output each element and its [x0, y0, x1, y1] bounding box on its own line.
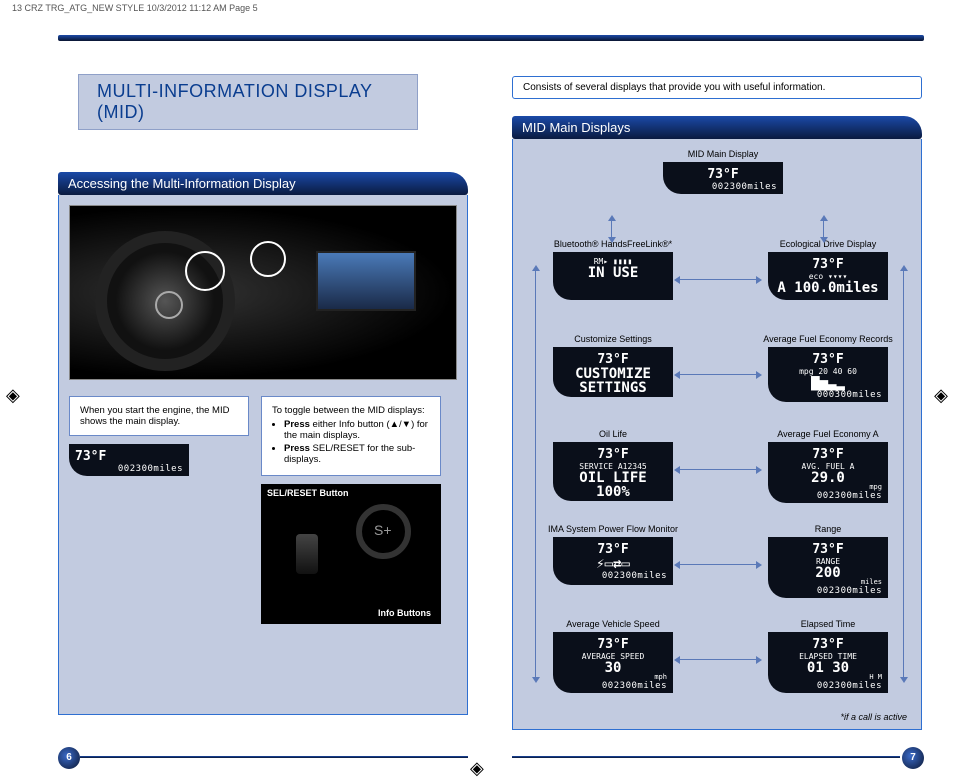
- arrow-icon: [678, 564, 758, 565]
- display-chip: 73°Fmpg 20 40 60▇▅▃▂000300miles: [768, 347, 888, 402]
- chip-odometer: 002300miles: [774, 681, 882, 691]
- chip-big: IN USE: [559, 266, 667, 280]
- callout-circle-icon: [185, 251, 225, 291]
- footnote: *if a call is active: [840, 712, 907, 722]
- arrow-icon: [611, 219, 612, 239]
- chip-temp: 73°F: [559, 542, 667, 557]
- print-header: 13 CRZ TRG_ATG_NEW STYLE 10/3/2012 11:12…: [12, 3, 258, 13]
- flow-item: Bluetooth® HandsFreeLink®* RM▸ ▮▮▮▮IN US…: [543, 239, 683, 300]
- page-title: MULTI-INFORMATION DISPLAY (MID): [78, 74, 418, 130]
- display-chip: 73°FRANGE200miles002300miles: [768, 537, 888, 598]
- flow-caption: Customize Settings: [543, 334, 683, 344]
- toggle-intro: To toggle between the MID displays:: [272, 405, 425, 416]
- toggle-note: To toggle between the MID displays: Pres…: [261, 396, 441, 476]
- arrow-icon: [823, 219, 824, 239]
- top-description: Consists of several displays that provid…: [512, 76, 922, 99]
- display-chip: RM▸ ▮▮▮▮IN USE: [553, 252, 673, 300]
- flow-item: Range 73°FRANGE200miles002300miles: [758, 524, 898, 598]
- button-photo: SEL/RESET Button Info Buttons: [261, 484, 441, 624]
- chip-odometer: 002300miles: [559, 571, 667, 581]
- dashboard-photo: [69, 205, 457, 380]
- start-engine-text: When you start the engine, the MID shows…: [80, 405, 229, 427]
- bold-word: Press: [284, 443, 310, 454]
- page-rule: [512, 756, 900, 758]
- flow-caption: IMA System Power Flow Monitor: [543, 524, 683, 534]
- mid-flow-diagram: MID Main Display 73°F 002300miles Blueto…: [523, 149, 911, 719]
- chip-big: CUSTOMIZE SETTINGS: [559, 367, 667, 395]
- sel-reset-label: SEL/RESET Button: [267, 488, 349, 498]
- callout-circle-icon: [250, 241, 286, 277]
- page-left: MULTI-INFORMATION DISPLAY (MID) Accessin…: [58, 74, 468, 751]
- flow-item-main: MID Main Display 73°F 002300miles: [653, 149, 793, 194]
- bold-word: Press: [284, 419, 310, 430]
- flow-caption: Average Vehicle Speed: [543, 619, 683, 629]
- chip-temp: 73°F: [559, 447, 667, 462]
- arrow-icon: [678, 659, 758, 660]
- chip-odometer: 002300miles: [774, 491, 882, 501]
- top-divider: [58, 35, 924, 41]
- flow-caption: Oil Life: [543, 429, 683, 439]
- arrow-icon: [903, 269, 904, 679]
- chip-odometer: 002300miles: [669, 182, 777, 192]
- flow-caption: Average Fuel Economy Records: [758, 334, 898, 344]
- display-chip: 73°Feco ▾▾▾▾A 100.0miles: [768, 252, 888, 300]
- flow-caption: Range: [758, 524, 898, 534]
- flow-item: Average Fuel Economy Records 73°Fmpg 20 …: [758, 334, 898, 402]
- chip-temp: 73°F: [774, 447, 882, 462]
- chip-big: A 100.0miles: [774, 281, 882, 295]
- display-chip: 73°FAVERAGE SPEED30mph002300miles: [553, 632, 673, 693]
- chip-temp: 73°F: [75, 449, 183, 464]
- steering-wheel-icon: [95, 231, 235, 371]
- page-rule: [80, 756, 468, 758]
- chip-temp: 73°F: [559, 637, 667, 652]
- arrow-icon: [535, 269, 536, 679]
- display-chip: 73°F⚡▭⇄▭002300miles: [553, 537, 673, 585]
- chip-temp: 73°F: [774, 352, 882, 367]
- chip-temp: 73°F: [774, 257, 882, 272]
- nav-screen-icon: [316, 251, 416, 311]
- chip-odometer: 002300miles: [75, 464, 183, 474]
- page-number-left: 6: [58, 747, 80, 769]
- arrow-icon: [678, 374, 758, 375]
- display-chip: 73°FSERVICE A12345OIL LIFE 100%: [553, 442, 673, 501]
- chip-big: ▇▅▃▂: [774, 376, 882, 390]
- info-buttons-label: Info Buttons: [378, 608, 431, 618]
- flow-item: Elapsed Time 73°FELAPSED TIME01 30H M002…: [758, 619, 898, 693]
- arrow-icon: [678, 469, 758, 470]
- chip-big: ⚡▭⇄▭: [559, 557, 667, 571]
- chip-odometer: 002300miles: [774, 586, 882, 596]
- chip-odometer: 002300miles: [559, 681, 667, 691]
- section-heading-mid-main: MID Main Displays: [512, 116, 922, 139]
- display-chip: 73°FAVG. FUEL A29.0mpg002300miles: [768, 442, 888, 503]
- chip-temp: 73°F: [774, 637, 882, 652]
- display-chip: 73°FELAPSED TIME01 30H M002300miles: [768, 632, 888, 693]
- arrow-icon: [678, 279, 758, 280]
- chip-odometer: 000300miles: [774, 390, 882, 400]
- flow-item: Ecological Drive Display 73°Feco ▾▾▾▾A 1…: [758, 239, 898, 300]
- chip-temp: 73°F: [774, 542, 882, 557]
- flow-caption: Average Fuel Economy A: [758, 429, 898, 439]
- registration-mark-icon: ◈: [6, 385, 20, 406]
- section-heading-accessing: Accessing the Multi-Information Display: [58, 172, 468, 195]
- flow-caption: Elapsed Time: [758, 619, 898, 629]
- info-button-icon: [356, 504, 411, 559]
- flow-item: Average Vehicle Speed 73°FAVERAGE SPEED3…: [543, 619, 683, 693]
- mid-main-chip: 73°F 002300miles: [69, 444, 189, 476]
- flow-item: IMA System Power Flow Monitor 73°F⚡▭⇄▭00…: [543, 524, 683, 585]
- start-engine-note: When you start the engine, the MID shows…: [69, 396, 249, 436]
- registration-mark-icon: ◈: [470, 758, 484, 779]
- chip-big: OIL LIFE 100%: [559, 471, 667, 499]
- display-chip: 73°FCUSTOMIZE SETTINGS: [553, 347, 673, 397]
- flow-item: Average Fuel Economy A 73°FAVG. FUEL A29…: [758, 429, 898, 503]
- registration-mark-icon: ◈: [934, 385, 948, 406]
- chip-temp: 73°F: [559, 352, 667, 367]
- page-right: Consists of several displays that provid…: [512, 74, 922, 751]
- flow-caption: Ecological Drive Display: [758, 239, 898, 249]
- page-number-right: 7: [902, 747, 924, 769]
- flow-caption: MID Main Display: [653, 149, 793, 159]
- chip-temp: 73°F: [669, 167, 777, 182]
- flow-item: Customize Settings 73°FCUSTOMIZE SETTING…: [543, 334, 683, 397]
- flow-item: Oil Life 73°FSERVICE A12345OIL LIFE 100%: [543, 429, 683, 501]
- sel-reset-button-icon: [296, 534, 318, 574]
